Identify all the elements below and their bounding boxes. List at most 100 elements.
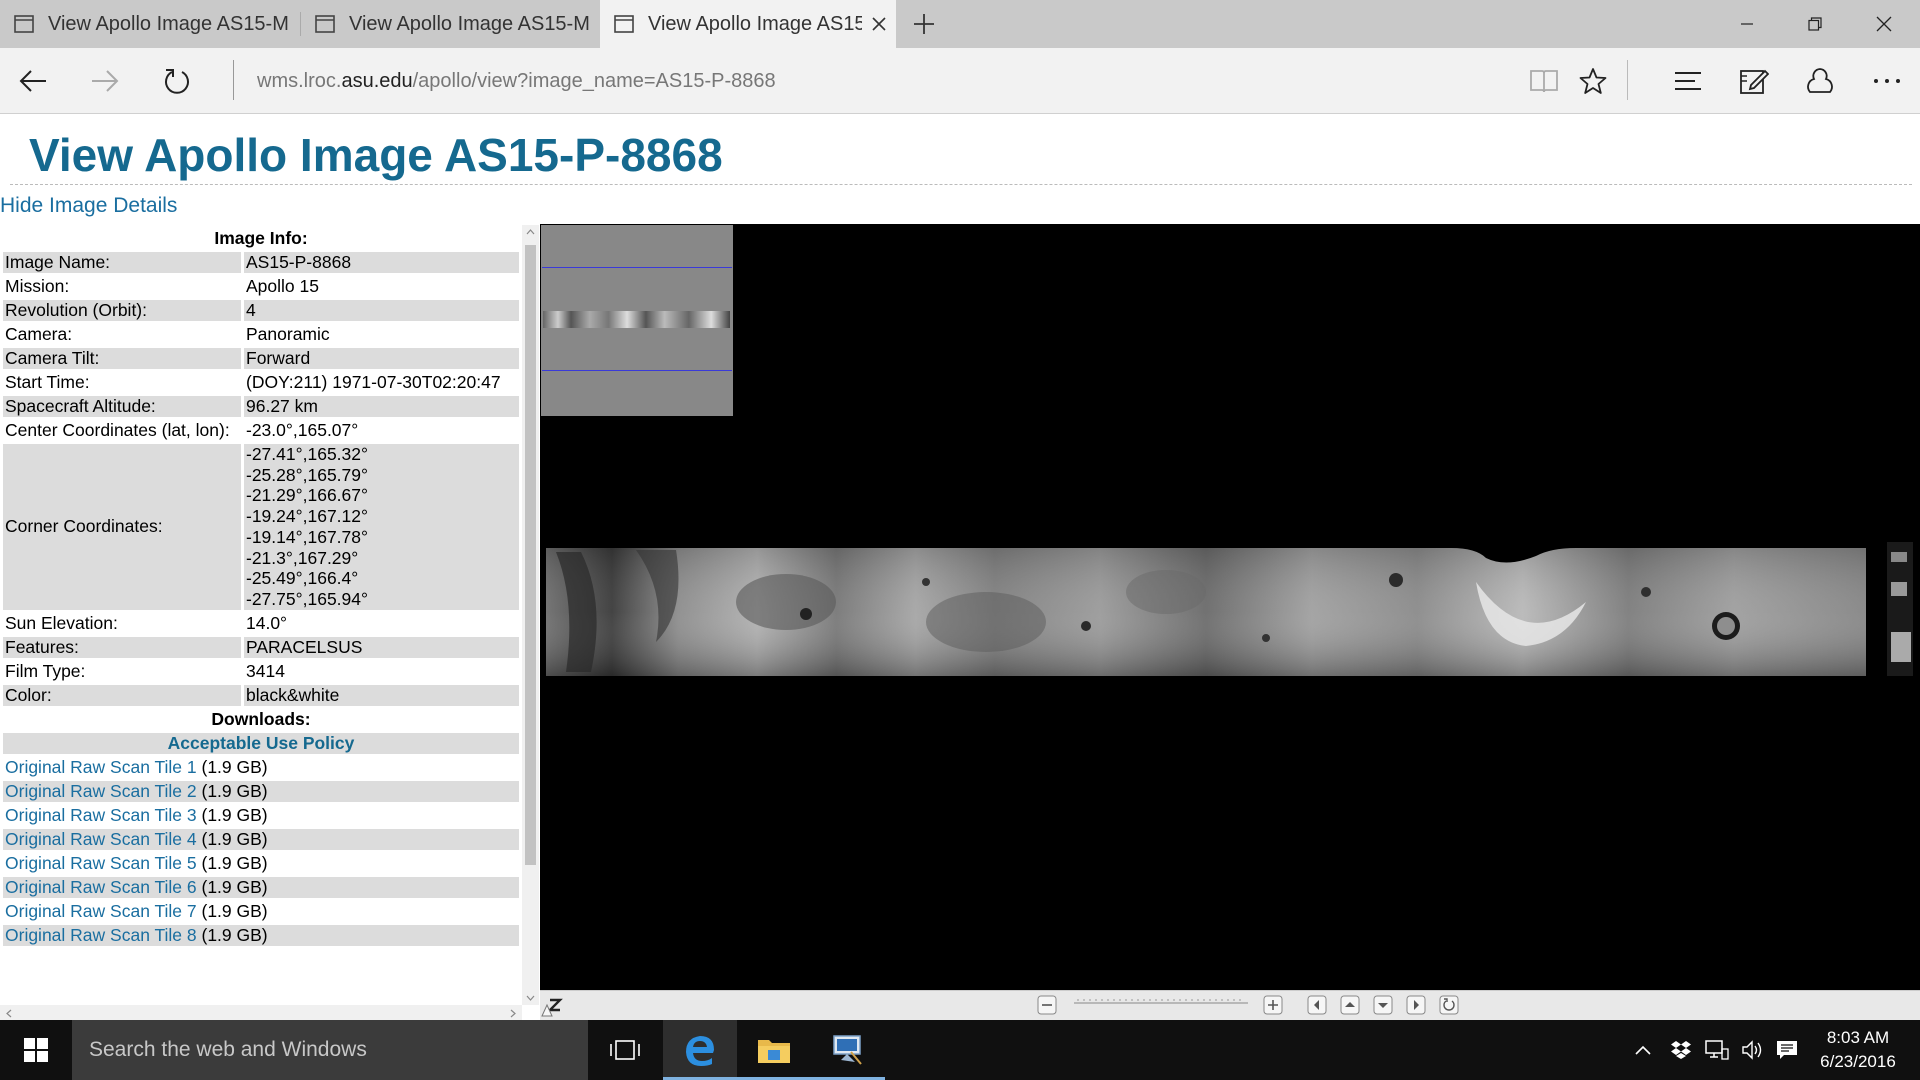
- download-link[interactable]: Original Raw Scan Tile 8: [5, 925, 197, 945]
- info-label: Spacecraft Altitude:: [3, 396, 241, 417]
- corner-coordinate: -21.3°,167.29°: [246, 547, 359, 568]
- taskbar-search-box[interactable]: Search the web and Windows: [72, 1020, 588, 1080]
- folder-icon: [758, 1040, 790, 1063]
- download-row: Original Raw Scan Tile 5 (1.9 GB): [3, 853, 519, 874]
- back-button[interactable]: [8, 56, 58, 106]
- pan-down-icon: [1373, 995, 1393, 1015]
- file-size: (1.9 GB): [196, 804, 268, 825]
- zoom-in-button[interactable]: [1262, 995, 1284, 1015]
- task-view-icon: [610, 1040, 640, 1060]
- web-note-icon: [1740, 69, 1769, 94]
- download-link[interactable]: Original Raw Scan Tile 6: [5, 877, 197, 897]
- overview-map[interactable]: [541, 225, 733, 416]
- image-viewer[interactable]: [540, 224, 1920, 990]
- info-row: Mission: Apollo 15: [3, 276, 519, 297]
- tray-volume[interactable]: [1738, 1020, 1768, 1080]
- image-info-table: Image Info: Image Name: AS15-P-8868 Missi…: [0, 225, 522, 949]
- download-row: Original Raw Scan Tile 4 (1.9 GB): [3, 828, 519, 850]
- close-window-button[interactable]: [1850, 0, 1918, 48]
- forward-button[interactable]: [80, 56, 130, 106]
- arrow-left-icon: [19, 70, 46, 92]
- details-vertical-scrollbar[interactable]: [522, 225, 539, 1005]
- speaker-icon: [1742, 1040, 1762, 1060]
- scroll-left-icon: [6, 1009, 12, 1018]
- download-link[interactable]: Original Raw Scan Tile 5: [5, 853, 197, 873]
- tray-network[interactable]: [1702, 1020, 1732, 1080]
- tray-action-center[interactable]: [1772, 1020, 1802, 1080]
- restore-button[interactable]: [1781, 0, 1849, 48]
- corner-coordinate: -25.28°,165.79°: [246, 464, 369, 485]
- taskbar-clock[interactable]: 8:03 AM 6/23/2016: [1800, 1020, 1916, 1080]
- star-icon: [1579, 68, 1607, 94]
- pan-left-button[interactable]: [1306, 995, 1328, 1015]
- web-note-button[interactable]: [1729, 56, 1779, 106]
- info-value: 14.0°: [246, 612, 288, 633]
- info-row: Film Type: 3414: [3, 661, 519, 682]
- close-tab-icon[interactable]: [862, 7, 896, 41]
- pan-up-button[interactable]: [1339, 995, 1361, 1015]
- details-horizontal-scrollbar[interactable]: [0, 1005, 522, 1020]
- reading-view-button[interactable]: [1519, 56, 1569, 106]
- pan-right-icon: [1406, 995, 1426, 1015]
- page-icon: [14, 15, 34, 33]
- info-row: Camera: Panoramic: [3, 324, 519, 345]
- file-size: (1.9 GB): [196, 924, 268, 945]
- zoom-slider-thumb[interactable]: [540, 1003, 554, 1017]
- reset-view-button[interactable]: [1438, 995, 1460, 1015]
- info-row: Center Coordinates (lat, lon): -23.0°,165…: [3, 420, 519, 441]
- browser-tab-2[interactable]: View Apollo Image AS15-M: [301, 0, 600, 48]
- zoom-in-icon: [1263, 995, 1283, 1015]
- taskbar-edge-app[interactable]: [663, 1020, 737, 1080]
- share-button[interactable]: [1795, 56, 1845, 106]
- pan-down-button[interactable]: [1372, 995, 1394, 1015]
- refresh-button[interactable]: [152, 56, 202, 106]
- tray-dropbox[interactable]: [1666, 1020, 1696, 1080]
- info-label: Color:: [3, 684, 241, 706]
- network-icon: [1705, 1040, 1729, 1060]
- browser-tab-1[interactable]: View Apollo Image AS15-M: [0, 0, 300, 48]
- url-field[interactable]: wms.lroc.asu.edu/apollo/view?image_name=…: [257, 48, 776, 114]
- tab-title: View Apollo Image AS15-M: [48, 12, 289, 35]
- start-button[interactable]: [0, 1020, 72, 1080]
- download-link[interactable]: Original Raw Scan Tile 1: [5, 757, 197, 777]
- edge-icon: [686, 1036, 714, 1066]
- windows-taskbar: Search the web and Windows 8:03 AM 6/23/…: [0, 1020, 1920, 1080]
- taskbar-app[interactable]: [811, 1020, 885, 1080]
- hide-image-details-link[interactable]: Hide Image Details: [0, 194, 177, 218]
- pan-left-icon: [1307, 995, 1327, 1015]
- plus-icon: [914, 14, 934, 34]
- new-tab-button[interactable]: [904, 0, 944, 48]
- download-link[interactable]: Original Raw Scan Tile 4: [5, 829, 197, 849]
- show-hidden-icons-button[interactable]: [1628, 1020, 1658, 1080]
- download-row: Original Raw Scan Tile 6 (1.9 GB): [3, 876, 519, 898]
- download-link[interactable]: Original Raw Scan Tile 7: [5, 901, 197, 921]
- more-button[interactable]: [1862, 56, 1912, 106]
- downloads-header: Downloads:: [211, 708, 311, 729]
- favorite-button[interactable]: [1568, 56, 1618, 106]
- scroll-down-icon: [526, 995, 535, 1001]
- browser-tab-3-active[interactable]: View Apollo Image AS15: [600, 0, 896, 48]
- corner-coordinate: -19.14°,167.78°: [246, 526, 369, 547]
- download-link[interactable]: Original Raw Scan Tile 3: [5, 805, 197, 825]
- hub-button[interactable]: [1663, 56, 1713, 106]
- info-label: Revolution (Orbit):: [3, 300, 241, 321]
- dropbox-icon: [1671, 1041, 1691, 1059]
- title-divider: [10, 184, 1912, 185]
- info-label: Camera Tilt:: [3, 348, 241, 369]
- info-label: Corner Coordinates:: [3, 444, 241, 610]
- tab-title: View Apollo Image AS15: [648, 12, 862, 35]
- info-label: Center Coordinates (lat, lon):: [5, 420, 230, 440]
- zoom-slider[interactable]: [1072, 995, 1250, 1011]
- zoom-out-button[interactable]: [1036, 995, 1058, 1015]
- download-link[interactable]: Original Raw Scan Tile 2: [5, 781, 197, 801]
- scrollbar-thumb[interactable]: [525, 245, 536, 865]
- minimize-button[interactable]: [1713, 0, 1781, 48]
- acceptable-use-policy-link[interactable]: Acceptable Use Policy: [168, 733, 355, 753]
- corner-coordinates-row: Corner Coordinates: -27.41°,165.32° -25.…: [3, 444, 519, 610]
- taskbar-file-explorer[interactable]: [737, 1020, 811, 1080]
- task-view-button[interactable]: [588, 1020, 662, 1080]
- pan-right-button[interactable]: [1405, 995, 1427, 1015]
- minimize-icon: [1741, 23, 1753, 25]
- corner-coordinates-values: -27.41°,165.32° -25.28°,165.79° -21.29°,…: [244, 444, 519, 610]
- image-info-header: Image Info:: [214, 228, 308, 248]
